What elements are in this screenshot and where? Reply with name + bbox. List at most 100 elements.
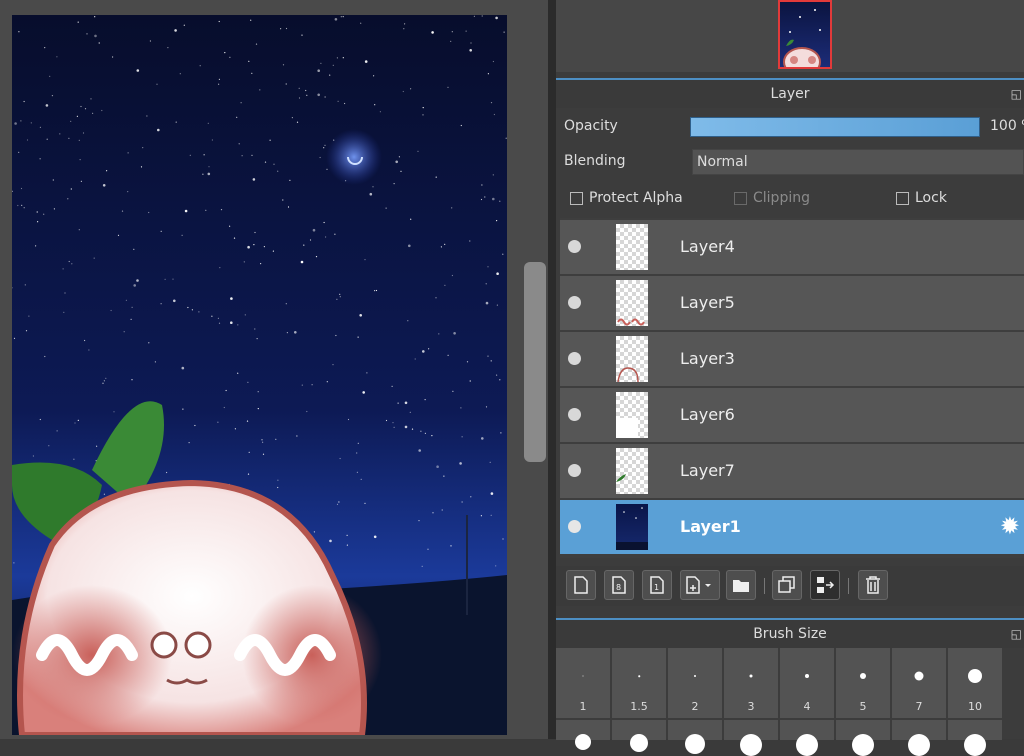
layer-name: Layer4 [680, 237, 735, 256]
layer-name: Layer7 [680, 461, 735, 480]
brush-size-label: 3 [747, 700, 755, 713]
delete-icon [866, 576, 880, 594]
layer-row[interactable]: Layer7 [560, 444, 1024, 500]
visibility-icon[interactable] [568, 296, 581, 309]
new-8bit-layer-button[interactable]: 8 [604, 570, 634, 600]
opacity-row: Opacity 100 % [556, 110, 1024, 144]
layer-thumbnail [616, 448, 648, 494]
layer-row-selected[interactable]: Layer1 ✹ [560, 500, 1024, 556]
brush-size-option[interactable]: 4 [780, 648, 834, 718]
panel-pin-icon[interactable]: ◱ [1011, 80, 1022, 108]
layer-thumbnail [616, 280, 648, 326]
brush-dot-icon [852, 734, 874, 756]
navigator-thumbnail[interactable] [778, 0, 832, 69]
drawing-canvas[interactable] [12, 15, 507, 735]
folder-icon [733, 580, 749, 592]
brush-size-panel-header[interactable]: Brush Size ◱ [556, 618, 1024, 648]
delete-layer-button[interactable] [858, 570, 888, 600]
opacity-label: Opacity [564, 118, 618, 134]
merge-down-button[interactable] [810, 570, 840, 600]
brush-size-option[interactable] [948, 720, 1002, 756]
brush-size-label: 2 [691, 700, 699, 713]
add-layer-menu-icon [686, 576, 711, 594]
brush-size-label: 7 [915, 700, 923, 713]
duplicate-layer-button[interactable] [772, 570, 802, 600]
clipping-box[interactable] [734, 191, 747, 205]
layer-row[interactable]: Layer3 [560, 332, 1024, 388]
layer-thumbnail-image [616, 507, 648, 550]
brush-size-panel-title: Brush Size [753, 626, 827, 642]
brush-dot-icon [685, 734, 705, 754]
visibility-icon[interactable] [568, 464, 581, 477]
merge-down-icon [817, 577, 835, 593]
opacity-slider[interactable] [690, 117, 980, 137]
layer-list[interactable]: Layer4 Layer5 Layer3 Layer6 Layer7 Layer… [560, 218, 1024, 558]
brush-dot-icon [740, 734, 762, 756]
visibility-icon[interactable] [568, 240, 581, 253]
layer-row[interactable]: Layer5 [560, 276, 1024, 332]
panel-pin-icon[interactable]: ◱ [1011, 620, 1022, 648]
panel-divider[interactable] [548, 0, 556, 739]
lock-checkbox[interactable]: Lock [896, 190, 947, 206]
svg-text:1: 1 [654, 583, 659, 592]
brush-size-option[interactable] [556, 720, 610, 750]
new-layer-button[interactable] [566, 570, 596, 600]
brush-dot-icon [749, 674, 753, 678]
brush-size-label: 4 [803, 700, 811, 713]
brush-size-option[interactable] [612, 720, 666, 752]
new-layer-icon [574, 576, 588, 594]
brush-dot-icon [860, 673, 866, 679]
svg-text:8: 8 [616, 583, 621, 592]
new-8bit-layer-icon: 8 [612, 576, 626, 594]
brush-size-option[interactable]: 7 [892, 648, 946, 718]
navigator-preview[interactable] [556, 0, 1024, 72]
protect-alpha-label: Protect Alpha [589, 190, 683, 206]
brush-size-option[interactable]: 1 [556, 648, 610, 718]
opacity-value: 100 % [990, 118, 1024, 134]
layer-thumbnail [616, 392, 648, 438]
brush-size-option[interactable]: 1.5 [612, 648, 666, 718]
layer-toolbar: 8 1 [556, 566, 1024, 606]
brush-size-option[interactable] [724, 720, 778, 756]
blending-label: Blending [564, 153, 626, 169]
brush-dot-icon [908, 734, 930, 756]
brush-size-option[interactable] [892, 720, 946, 756]
brush-size-option[interactable]: 10 [948, 648, 1002, 718]
new-folder-button[interactable] [726, 570, 756, 600]
layer-thumbnail [616, 224, 648, 270]
canvas-scrollbar[interactable] [524, 262, 546, 462]
brush-size-option[interactable]: 2 [668, 648, 722, 718]
protect-alpha-box[interactable] [570, 191, 583, 205]
brush-size-label: 10 [968, 700, 982, 713]
layer-row[interactable]: Layer6 [560, 388, 1024, 444]
brush-size-option[interactable] [836, 720, 890, 756]
toolbar-separator [764, 578, 765, 594]
brush-size-option[interactable] [668, 720, 722, 754]
lock-box[interactable] [896, 191, 909, 205]
canvas-area[interactable] [0, 0, 548, 739]
brush-size-option[interactable]: 3 [724, 648, 778, 718]
brush-size-option[interactable] [780, 720, 834, 756]
layer-thumbnail-image [617, 367, 639, 382]
brush-size-option[interactable]: 5 [836, 648, 890, 718]
brush-size-label: 5 [859, 700, 867, 713]
brush-dot-icon [805, 674, 809, 678]
layer-panel-header[interactable]: Layer ◱ [556, 78, 1024, 108]
brush-size-label: 1.5 [630, 700, 648, 713]
blending-select[interactable]: Normal [692, 149, 1024, 175]
blending-row: Blending Normal [556, 145, 1024, 179]
brush-dot-icon [694, 675, 696, 677]
brush-dot-icon [630, 734, 648, 752]
gear-icon[interactable]: ✹ [1000, 512, 1020, 540]
visibility-icon[interactable] [568, 408, 581, 421]
layer-name: Layer5 [680, 293, 735, 312]
brush-dot-icon [968, 669, 982, 683]
clipping-checkbox[interactable]: Clipping [734, 190, 810, 206]
visibility-icon[interactable] [568, 520, 581, 533]
new-1bit-layer-button[interactable]: 1 [642, 570, 672, 600]
protect-alpha-checkbox[interactable]: Protect Alpha [570, 190, 683, 206]
visibility-icon[interactable] [568, 352, 581, 365]
layer-row[interactable]: Layer4 [560, 220, 1024, 276]
add-layer-menu-button[interactable] [680, 570, 720, 600]
brush-dot-icon [796, 734, 818, 756]
